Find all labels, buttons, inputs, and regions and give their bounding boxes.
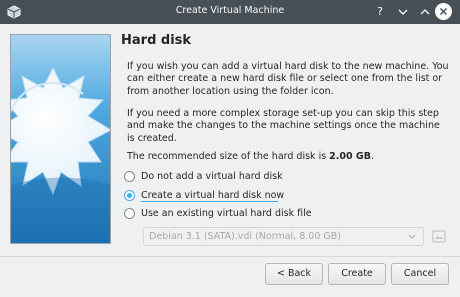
- radio-existing-disk-indicator[interactable]: [124, 207, 135, 219]
- radio-create-disk-label: Create a virtual hard disk now: [141, 189, 285, 201]
- existing-disk-select[interactable]: Debian 3.1 (SATA).vdi (Normal, 8.00 GB): [143, 227, 424, 246]
- radio-create-disk[interactable]: Create a virtual hard disk now: [124, 188, 284, 202]
- footer-divider: [0, 256, 460, 257]
- existing-disk-select-value: Debian 3.1 (SATA).vdi (Normal, 8.00 GB): [149, 231, 341, 242]
- back-button[interactable]: < Back: [265, 263, 323, 285]
- create-button[interactable]: Create: [328, 263, 386, 285]
- radio-no-disk[interactable]: Do not add a virtual hard disk: [124, 169, 283, 183]
- chevron-up-icon[interactable]: [417, 4, 433, 20]
- storage-note-paragraph: If you need a more complex storage set-u…: [127, 108, 440, 144]
- description-paragraph: If you wish you can add a virtual hard d…: [127, 61, 449, 97]
- help-icon[interactable]: ?: [372, 4, 388, 20]
- radio-no-disk-label: Do not add a virtual hard disk: [141, 170, 283, 182]
- radio-existing-disk-label: Use an existing virtual hard disk file: [141, 207, 312, 219]
- recommended-size-text: The recommended size of the hard disk is…: [127, 151, 374, 162]
- window-title: Create Virtual Machine: [175, 5, 285, 16]
- focus-indicator: [141, 201, 278, 202]
- radio-existing-disk[interactable]: Use an existing virtual hard disk file: [124, 206, 312, 220]
- close-icon[interactable]: [435, 3, 452, 20]
- page-title: Hard disk: [121, 33, 192, 48]
- recommended-size-prefix: The recommended size of the hard disk is: [127, 151, 330, 162]
- radio-no-disk-indicator[interactable]: [124, 170, 135, 182]
- title-bar: Create Virtual Machine ?: [0, 0, 460, 24]
- chevron-down-icon: [408, 234, 416, 239]
- folder-icon[interactable]: [432, 229, 446, 243]
- cancel-button[interactable]: Cancel: [391, 263, 449, 285]
- chevron-down-icon[interactable]: [395, 4, 411, 20]
- recommended-size-suffix: .: [370, 151, 374, 162]
- radio-create-disk-indicator[interactable]: [124, 189, 135, 201]
- recommended-size-value: 2.00 GB: [329, 151, 371, 162]
- wizard-banner-image: [10, 34, 111, 244]
